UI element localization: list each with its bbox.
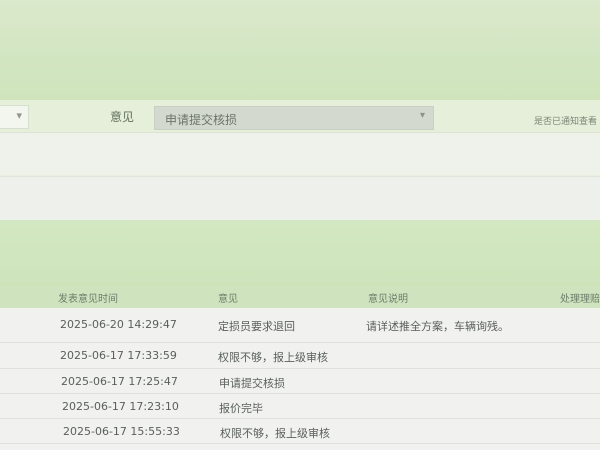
form-band — [0, 176, 600, 222]
left-select[interactable]: ▾ — [0, 105, 29, 129]
row-opinion: 权限不够，报上级审核 — [218, 351, 328, 364]
row-opinion: 报价完毕 — [219, 402, 263, 415]
row-description: 请详述推全方案，车辆询残。 — [366, 320, 509, 333]
opinion-select-value: 申请提交核损 — [165, 113, 238, 127]
column-header-time: 发表意见时间 — [58, 294, 118, 305]
row-time: 2025-06-17 15:55:33 — [63, 425, 180, 438]
form-band — [0, 132, 600, 175]
row-time: 2025-06-17 17:23:10 — [62, 400, 179, 413]
section-band — [0, 220, 600, 286]
chevron-down-icon: ▾ — [16, 109, 22, 122]
row-time: 2025-06-17 17:25:47 — [61, 375, 178, 388]
chevron-down-icon: ▾ — [419, 110, 425, 121]
top-background-band — [0, 0, 600, 100]
column-header-opinion: 意见 — [218, 294, 238, 305]
row-time: 2025-06-20 14:29:47 — [60, 318, 177, 331]
row-opinion: 申请提交核损 — [219, 377, 285, 390]
row-time: 2025-06-17 17:33:59 — [60, 349, 177, 362]
opinion-select[interactable]: 申请提交核损 ▾ — [154, 106, 434, 130]
row-opinion: 权限不够，报上级审核 — [220, 427, 330, 440]
column-header-handler: 处理理赔 — [560, 294, 600, 305]
notify-label: 是否已通知查看 — [534, 117, 598, 127]
column-header-description: 意见说明 — [368, 294, 408, 305]
row-opinion: 定损员要求退回 — [218, 320, 295, 333]
opinion-label: 意见 — [110, 110, 135, 124]
